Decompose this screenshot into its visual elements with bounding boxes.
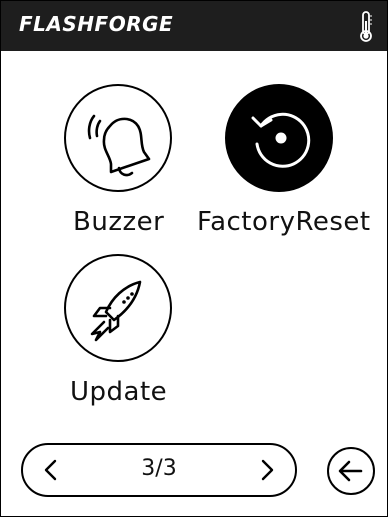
bell-ringing-icon: [87, 114, 151, 177]
page-navigator: 3/3: [21, 443, 297, 497]
arrow-left-icon: [338, 460, 363, 482]
buzzer-icon-circle[interactable]: [64, 84, 172, 192]
update-label: Update: [70, 377, 168, 407]
factory-reset-icon-circle[interactable]: [225, 84, 333, 192]
brand-logo: FLASHFORGE: [19, 12, 174, 36]
update-icon-circle[interactable]: [64, 254, 172, 362]
buzzer-label: Buzzer: [73, 207, 165, 237]
thermometer-icon[interactable]: [357, 9, 375, 43]
rocket-icon: [90, 280, 142, 342]
factory-reset-label: FactoryReset: [197, 207, 371, 237]
back-button[interactable]: [327, 447, 375, 495]
screen: FLASHFORGE Buzzer FactoryReset Update 3/…: [0, 0, 388, 517]
reset-icon: [251, 112, 311, 168]
header-bar: FLASHFORGE: [1, 1, 387, 51]
chevron-right-icon[interactable]: [253, 453, 283, 487]
